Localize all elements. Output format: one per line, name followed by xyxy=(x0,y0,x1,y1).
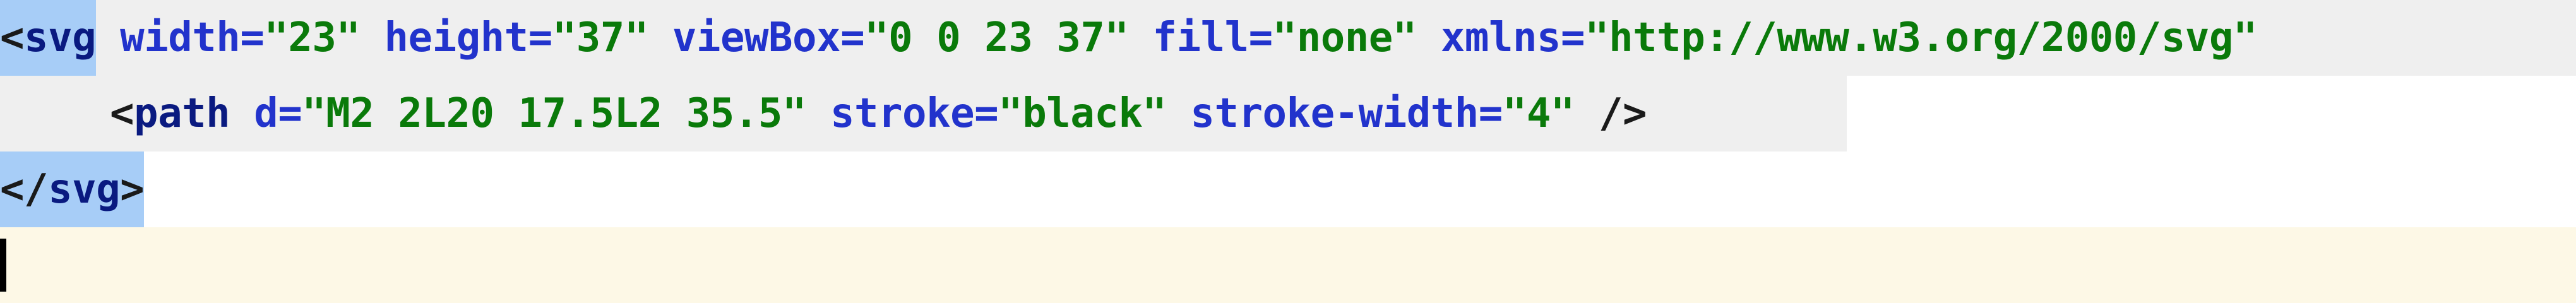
attr-equals: = xyxy=(840,15,865,61)
attr-name-height: height xyxy=(384,15,529,61)
attr-name-stroke: stroke xyxy=(830,90,975,137)
attr-name-xmlns: xmlns xyxy=(1440,15,1561,61)
attr-name-stroke-width: stroke-width xyxy=(1190,90,1479,137)
tag-name-svg-close: svg xyxy=(48,166,121,213)
attr-value-stroke: "black" xyxy=(998,90,1167,137)
text-cursor xyxy=(0,239,6,292)
attr-value-width: "23" xyxy=(264,15,361,61)
attr-value-xmlns: "http://www.w3.org/2000/svg" xyxy=(1585,15,2257,61)
attr-equals: = xyxy=(1248,15,1273,61)
attr-value-fill: "none" xyxy=(1272,15,1417,61)
attr-name-width: width xyxy=(120,15,241,61)
attr-value-stroke-width: "4" xyxy=(1502,90,1575,137)
code-line-3[interactable]: </svg> xyxy=(0,152,2576,227)
line-1-content: <svg width="23" height="37" viewBox="0 0… xyxy=(0,0,2257,76)
attr-equals: = xyxy=(278,90,302,137)
tag-name-svg: svg xyxy=(24,15,97,61)
attr-equals: = xyxy=(1478,90,1503,137)
code-line-2[interactable]: <path d="M2 2L20 17.5L2 35.5" stroke="bl… xyxy=(0,76,1847,152)
attr-name-viewbox: viewBox xyxy=(672,15,841,61)
svg-open-tag-match: <svg xyxy=(0,0,97,76)
code-editor[interactable]: <svg width="23" height="37" viewBox="0 0… xyxy=(0,0,2576,303)
open-bracket: < xyxy=(110,90,134,137)
attr-equals: = xyxy=(974,90,999,137)
attr-name-d: d xyxy=(254,90,278,137)
code-line-4-current[interactable] xyxy=(0,227,2576,303)
line-3-content: </svg> xyxy=(0,152,145,227)
line-2-content: <path d="M2 2L20 17.5L2 35.5" stroke="bl… xyxy=(110,76,1647,152)
close-bracket: > xyxy=(120,166,145,213)
svg-close-tag-match: </svg> xyxy=(0,152,145,227)
attr-name-fill: fill xyxy=(1152,15,1249,61)
current-line-highlight xyxy=(0,227,2576,303)
code-line-1[interactable]: <svg width="23" height="37" viewBox="0 0… xyxy=(0,0,2576,76)
tag-name-path: path xyxy=(134,90,230,137)
attr-equals: = xyxy=(528,15,553,61)
close-tag-open-bracket: </ xyxy=(0,166,49,213)
attr-value-d: "M2 2L20 17.5L2 35.5" xyxy=(302,90,806,137)
self-close-bracket: /> xyxy=(1598,90,1647,137)
attr-equals: = xyxy=(240,15,265,61)
attr-value-viewbox: "0 0 23 37" xyxy=(864,15,1129,61)
attr-equals: = xyxy=(1561,15,1585,61)
open-bracket: < xyxy=(0,15,25,61)
attr-value-height: "37" xyxy=(552,15,649,61)
